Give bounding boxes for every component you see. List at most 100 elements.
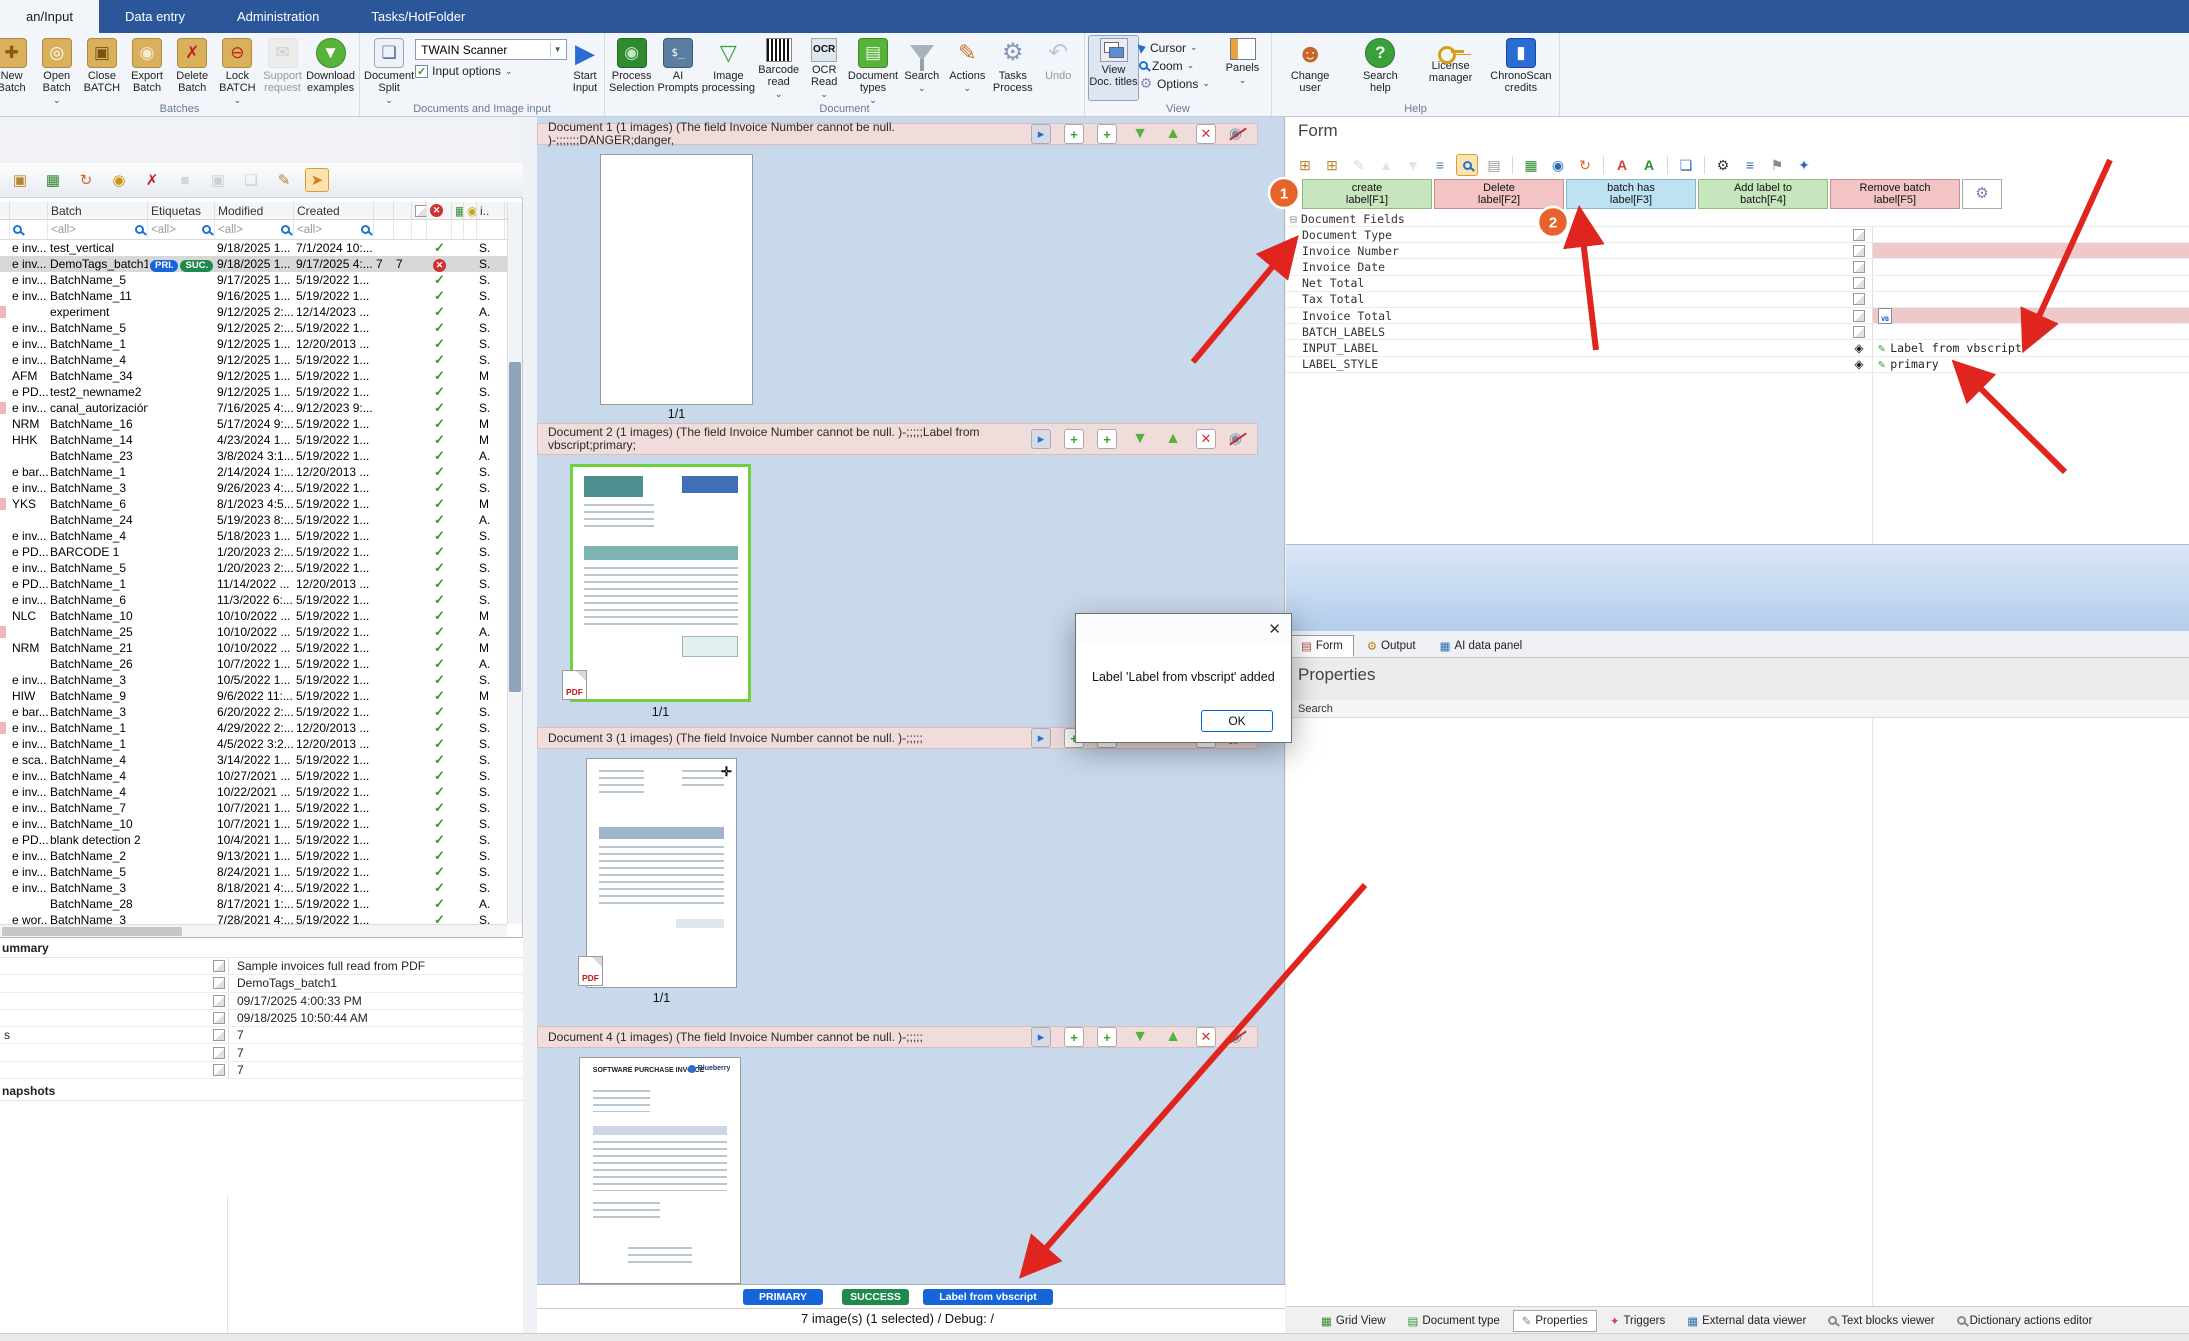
table-row[interactable]: e inv...BatchName_611/3/2022 6:...5/19/2… (0, 592, 507, 608)
column-header[interactable]: Modified (215, 202, 294, 219)
field-row[interactable]: INPUT_LABEL◈✎Label from vbscript (1286, 340, 2189, 356)
field-checkbox[interactable] (1846, 310, 1872, 322)
move-up-icon[interactable]: ▲ (1163, 429, 1183, 449)
field-row[interactable]: LABEL_STYLE◈✎primary (1286, 357, 2189, 373)
ribbon-button-chronoscan[interactable]: ▮ChronoScan credits (1486, 35, 1556, 101)
filter-cell[interactable] (394, 220, 412, 239)
toolbar-icon[interactable]: ↻ (1574, 154, 1596, 176)
filter-cell[interactable] (10, 220, 48, 239)
field-checkbox[interactable] (1846, 326, 1872, 338)
input-options-check[interactable]: ✓Input options⌄ (415, 64, 569, 78)
table-row[interactable]: BatchName_245/19/2023 8:...5/19/2022 1..… (0, 512, 507, 528)
table-row[interactable]: e inv...BatchName_119/16/2025 1...5/19/2… (0, 288, 507, 304)
table-row[interactable]: e inv...BatchName_59/12/2025 2:...5/19/2… (0, 320, 507, 336)
table-row[interactable]: e inv...BatchName_14/5/2022 3:2...12/20/… (0, 736, 507, 752)
table-row[interactable]: e bar...BatchName_12/14/2024 1:...12/20/… (0, 464, 507, 480)
ribbon-button-undo[interactable]: ↶Undo (1036, 35, 1081, 101)
ribbon-button-support[interactable]: ✉Support request (260, 35, 305, 101)
bottom-tab-grid-view[interactable]: ▦Grid View (1312, 1310, 1395, 1332)
field-value[interactable]: ✎Label from vbscript (1872, 340, 2189, 355)
ribbon-button-tasks[interactable]: ⚙Tasks Process (990, 35, 1035, 101)
field-value[interactable] (1872, 276, 2189, 291)
table-row[interactable]: e PD...blank detection 210/4/2021 1...5/… (0, 832, 507, 848)
script-button-f3[interactable]: batch has label[F3] (1566, 179, 1696, 209)
table-row[interactable]: e inv...BatchName_38/18/2021 4:...5/19/2… (0, 880, 507, 896)
table-row[interactable]: AFMBatchName_349/12/2025 1...5/19/2022 1… (0, 368, 507, 384)
toolbar-icon[interactable]: ✎ (1348, 154, 1370, 176)
document-thumbnail[interactable] (570, 464, 751, 702)
toolbar-icon[interactable]: ❏ (1675, 154, 1697, 176)
document-thumbnail[interactable]: SOFTWARE PURCHASE INVOICEBlueberry (579, 1057, 741, 1284)
table-row[interactable]: e inv...BatchName_19/12/2025 1...12/20/2… (0, 336, 507, 352)
square-disabled-icon[interactable]: ■ (173, 168, 197, 192)
toolbar-icon[interactable]: ✦ (1793, 154, 1815, 176)
process-grid-icon[interactable]: ▦ (41, 168, 65, 192)
table-row[interactable]: e inv...BatchName_410/22/2021 ...5/19/20… (0, 784, 507, 800)
toolbar-icon[interactable]: ⊞ (1321, 154, 1343, 176)
table-row[interactable]: e inv...BatchName_45/18/2023 1...5/19/20… (0, 528, 507, 544)
insert-page-after-icon[interactable]: + (1064, 1027, 1084, 1047)
ok-button[interactable]: OK (1201, 710, 1273, 732)
insert-page-before-icon[interactable]: + (1097, 1027, 1117, 1047)
table-row[interactable]: e inv...canal_autorización7/16/2025 4:..… (0, 400, 507, 416)
properties-search-row[interactable]: Search (1286, 700, 2189, 718)
toolbar-icon[interactable]: A (1638, 154, 1660, 176)
insert-page-before-icon[interactable]: + (1097, 429, 1117, 449)
table-row[interactable]: e inv...BatchName_410/27/2021 ...5/19/20… (0, 768, 507, 784)
ribbon-button-delete[interactable]: ✗Delete Batch (170, 35, 215, 101)
column-header[interactable]: Batch (48, 202, 148, 219)
insert-page-after-icon[interactable]: + (1064, 124, 1084, 144)
bottom-tab-document-type[interactable]: ▤Document type (1399, 1310, 1509, 1332)
table-row[interactable]: HIWBatchName_99/6/2022 11:...5/19/2022 1… (0, 688, 507, 704)
ribbon-button-barcode[interactable]: Barcode read⌄ (756, 35, 801, 101)
tab-data-entry[interactable]: Data entry (99, 0, 211, 33)
bottom-tab-dictionary-actions-editor[interactable]: Dictionary actions editor (1948, 1311, 2102, 1331)
document-thumbnail[interactable] (586, 758, 737, 988)
document-header[interactable]: Document 2 (1 images) (The field Invoice… (537, 423, 1258, 455)
insert-page-before-icon[interactable]: + (1097, 124, 1117, 144)
field-value[interactable] (1872, 243, 2189, 258)
column-header[interactable]: i.. (477, 202, 505, 219)
scrollbar-thumb[interactable] (509, 362, 521, 692)
table-row[interactable]: NRMBatchName_2110/10/2022 ...5/19/2022 1… (0, 640, 507, 656)
document-header[interactable]: Document 4 (1 images) (The field Invoice… (537, 1026, 1258, 1048)
column-header[interactable]: Etiquetas (148, 202, 215, 219)
column-header[interactable] (10, 202, 48, 219)
toolbar-icon[interactable]: ≡ (1739, 154, 1761, 176)
column-header[interactable] (374, 202, 394, 219)
batch-box-icon[interactable]: ▣ (8, 168, 32, 192)
field-row[interactable]: Invoice Date (1286, 259, 2189, 275)
send-icon[interactable]: ▸ (1031, 728, 1051, 748)
small-button-options[interactable]: ⚙Options⌄ (1139, 75, 1217, 92)
table-row[interactable]: e inv...BatchName_49/12/2025 1...5/19/20… (0, 352, 507, 368)
table-row[interactable]: e PD...test2_newname29/12/2025 1...5/19/… (0, 384, 507, 400)
filter-cell[interactable]: <all> (215, 220, 294, 239)
delete-page-icon[interactable]: ✕ (1196, 124, 1216, 144)
batch-list-horizontal-scrollbar[interactable] (0, 924, 507, 937)
bottom-tab-text-blocks-viewer[interactable]: Text blocks viewer (1819, 1311, 1943, 1331)
insert-page-after-icon[interactable]: + (1064, 429, 1084, 449)
column-header[interactable] (394, 202, 412, 219)
table-row[interactable]: e bar...BatchName_36/20/2022 2:...5/19/2… (0, 704, 507, 720)
filter-cell[interactable] (427, 220, 452, 239)
scrollbar-thumb[interactable] (2, 927, 182, 936)
delete-x-icon[interactable]: ✗ (140, 168, 164, 192)
panel-tab-ai-data-panel[interactable]: ▦AI data panel (1429, 635, 1534, 657)
field-row[interactable]: Invoice TotalVB (1286, 308, 2189, 324)
ribbon-button-document[interactable]: ▤Document types⌄ (847, 35, 899, 101)
table-row[interactable]: e inv...test_vertical9/18/2025 1...7/1/2… (0, 240, 507, 256)
field-checkbox[interactable]: ◈ (1846, 357, 1872, 371)
refresh-icon[interactable]: ↻ (74, 168, 98, 192)
filter-cell[interactable] (464, 220, 477, 239)
ribbon-button-download[interactable]: ▼Download examples (305, 35, 356, 101)
ribbon-button-ai[interactable]: $_AI Prompts (655, 35, 700, 101)
ribbon-button-change[interactable]: ☻Change user (1275, 35, 1345, 101)
filter-cell[interactable]: <all> (48, 220, 148, 239)
toolbar-icon[interactable]: ▲ (1375, 154, 1397, 176)
table-row[interactable]: NLCBatchName_1010/10/2022 ...5/19/2022 1… (0, 608, 507, 624)
move-down-icon[interactable]: ▼ (1130, 124, 1150, 144)
field-value[interactable] (1872, 227, 2189, 242)
table-row[interactable]: BatchName_288/17/2021 1:...5/19/2022 1..… (0, 896, 507, 912)
table-row[interactable]: e inv...BatchName_29/13/2021 1...5/19/20… (0, 848, 507, 864)
tab-an-input[interactable]: an/Input (0, 0, 99, 33)
